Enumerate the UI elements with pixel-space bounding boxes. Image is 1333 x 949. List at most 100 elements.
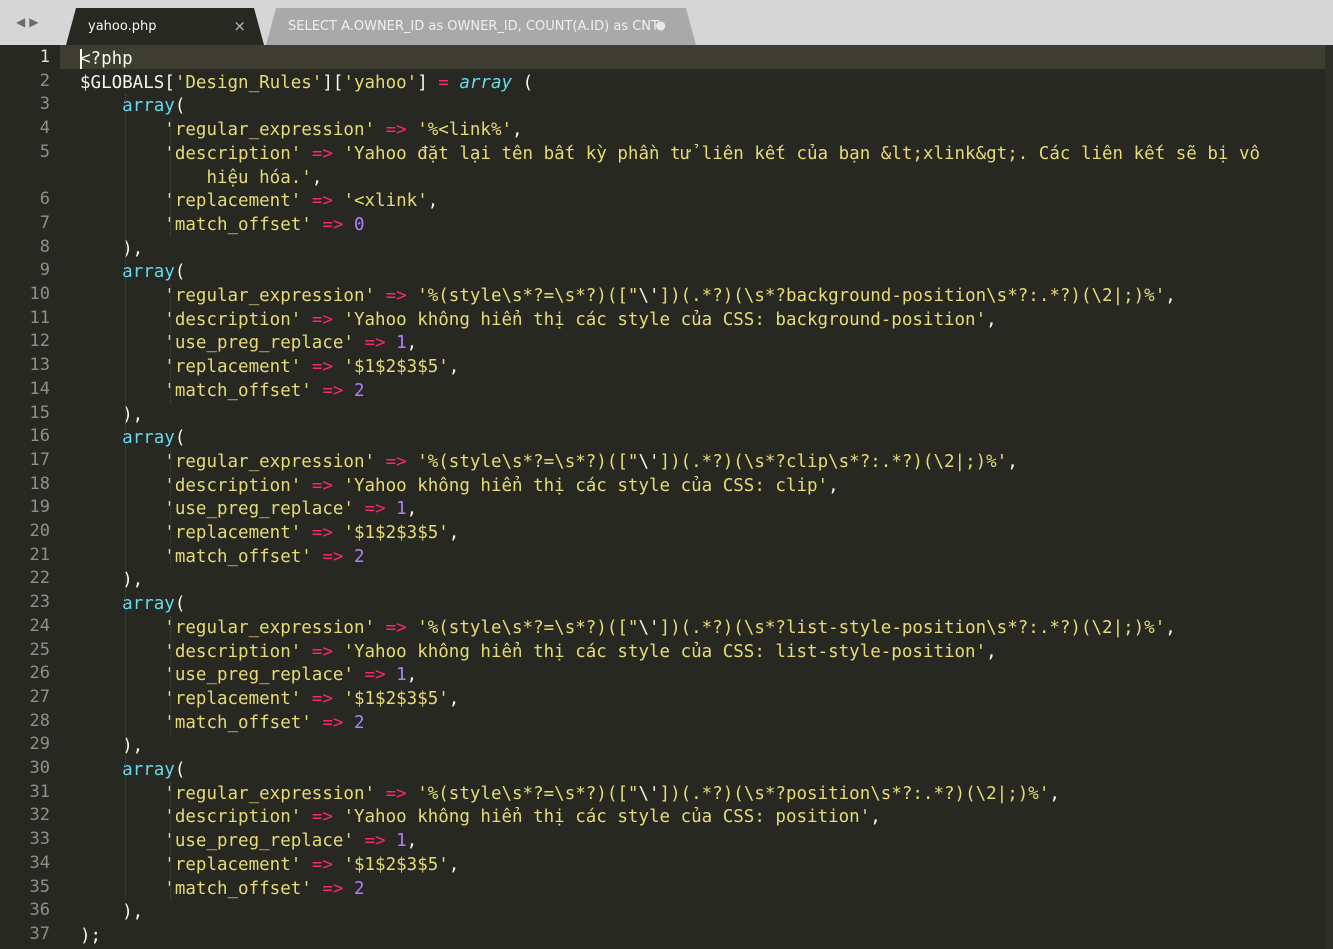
line-number: 25 xyxy=(29,639,50,660)
code-token: 2 xyxy=(353,878,365,899)
code-token: => xyxy=(311,688,333,709)
code-token: => xyxy=(385,617,407,638)
code-line: 'use_preg_replace' => 1, xyxy=(80,331,417,355)
code-token: 'regular_expression' xyxy=(164,617,376,638)
code-line: ), xyxy=(80,568,143,592)
chevron-right-icon[interactable]: ▶ xyxy=(29,15,42,29)
code-token: '$1$2$3$5' xyxy=(343,854,449,875)
line-number: 10 xyxy=(29,284,50,304)
code-line: 'regular_expression' => '%(style\s*?=\s*… xyxy=(80,450,1017,474)
line-number: 30 xyxy=(29,758,50,778)
code-token: 1 xyxy=(396,831,407,852)
code-token: => xyxy=(311,357,333,378)
code-token: ][ xyxy=(322,72,344,93)
code-line: 'replacement' => '$1$2$3$5', xyxy=(80,687,459,711)
text-cursor xyxy=(80,49,82,69)
code-token: => xyxy=(311,854,333,875)
code-token: => xyxy=(322,878,344,899)
line-number: 14 xyxy=(29,378,50,399)
vertical-scrollbar[interactable] xyxy=(1325,45,1333,949)
code-token: array xyxy=(459,72,513,93)
tab-sql-query[interactable]: SELECT A.OWNER_ID as OWNER_ID, COUNT(A.I… xyxy=(266,8,696,45)
line-number: 37 xyxy=(29,923,50,944)
code-token: => xyxy=(311,309,333,330)
code-line: 'match_offset' => 2 xyxy=(80,545,365,569)
code-token: ), xyxy=(80,570,144,591)
code-token: 2 xyxy=(353,546,365,567)
code-token: ); xyxy=(80,925,102,946)
line-number: 19 xyxy=(29,497,50,518)
code-line: 'use_preg_replace' => 1, xyxy=(80,829,417,853)
tab-label: SELECT A.OWNER_ID as OWNER_ID, COUNT(A.I… xyxy=(288,19,659,34)
code-line: 'description' => 'Yahoo đặt lại tên bất … xyxy=(80,142,1260,166)
code-token: hiệu hóa.' xyxy=(206,167,312,188)
code-token: \' xyxy=(638,783,660,804)
code-token: => xyxy=(311,641,333,662)
tab-bar: ◀▶ yahoo.php × SELECT A.OWNER_ID as OWNE… xyxy=(0,0,1333,45)
tab-yahoo-php[interactable]: yahoo.php × xyxy=(66,8,264,45)
code-token: 'Yahoo không hiển thị các style của CSS:… xyxy=(343,309,987,330)
code-token: '$1$2$3$5' xyxy=(343,357,449,378)
code-token: ( xyxy=(174,428,186,449)
code-token: array xyxy=(122,262,175,283)
chevron-left-icon[interactable]: ◀ xyxy=(16,15,29,29)
code-token: ( xyxy=(174,760,186,780)
code-line: 'replacement' => '$1$2$3$5', xyxy=(80,853,459,877)
indent-guide xyxy=(125,94,126,901)
code-token: => xyxy=(322,214,344,235)
code-token: 'Design_Rules' xyxy=(174,72,323,93)
code-token: 'Yahoo không hiển thị các style của CSS:… xyxy=(343,641,987,662)
code-token: 'Yahoo đặt lại tên bất kỳ phần tử liên k… xyxy=(343,143,1261,164)
tab-nav-arrows[interactable]: ◀▶ xyxy=(16,15,42,29)
code-token: 'description' xyxy=(164,143,302,164)
code-line: ); xyxy=(80,924,101,948)
code-token: ])(.*?)(\s*?list-style-position\s*?:.*?)… xyxy=(659,617,1166,638)
code-token: \' xyxy=(638,617,660,638)
close-icon[interactable]: × xyxy=(233,17,246,35)
code-token: array xyxy=(122,96,175,117)
code-token: 2 xyxy=(353,712,365,733)
code-line: 'replacement' => '$1$2$3$5', xyxy=(80,355,459,379)
code-token: 'regular_expression' xyxy=(164,451,376,472)
code-token: 1 xyxy=(396,665,407,686)
code-token: 'replacement' xyxy=(164,191,302,212)
code-token: ), xyxy=(80,238,144,259)
indent-guide xyxy=(170,615,171,735)
code-token: => xyxy=(385,451,407,472)
line-number: 34 xyxy=(29,852,50,873)
line-number: 13 xyxy=(29,355,50,376)
code-token: => xyxy=(385,120,407,141)
code-token: , xyxy=(1165,617,1176,638)
code-line: ), xyxy=(80,734,143,758)
code-token: 'replacement' xyxy=(164,854,302,875)
code-token: 'description' xyxy=(164,807,302,828)
code-token: => xyxy=(322,380,344,401)
code-token: 'match_offset' xyxy=(164,878,312,899)
code-token: 'replacement' xyxy=(164,523,302,543)
line-number: 18 xyxy=(29,473,50,494)
code-editor[interactable]: <?php $GLOBALS['Design_Rules']['yahoo'] =… xyxy=(80,45,1320,949)
line-number: 29 xyxy=(29,734,50,755)
line-number: 6 xyxy=(39,189,50,210)
